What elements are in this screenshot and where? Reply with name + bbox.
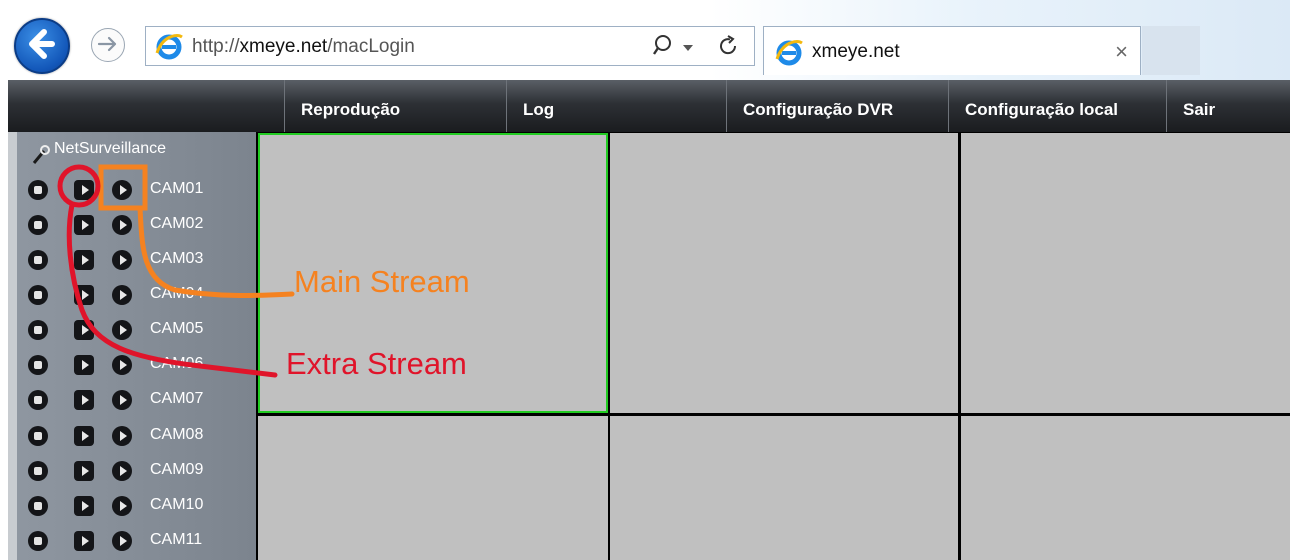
- browser-tab[interactable]: xmeye.net ×: [763, 26, 1141, 75]
- stop-icon[interactable]: [28, 355, 48, 375]
- dropdown-icon[interactable]: [682, 42, 694, 54]
- stop-icon[interactable]: [28, 250, 48, 270]
- video-cell[interactable]: [258, 416, 608, 560]
- main-stream-annotation: Main Stream: [294, 264, 470, 299]
- arrow-right-icon: [97, 36, 117, 52]
- extra-stream-annotation: Extra Stream: [286, 346, 467, 381]
- camera-label[interactable]: CAM06: [150, 355, 203, 373]
- camera-label[interactable]: CAM09: [150, 461, 203, 479]
- extra-stream-play-icon[interactable]: [74, 390, 94, 410]
- main-stream-play-icon[interactable]: [112, 461, 132, 481]
- extra-stream-play-icon[interactable]: [74, 496, 94, 516]
- stop-icon[interactable]: [28, 285, 48, 305]
- video-cell[interactable]: [610, 133, 958, 413]
- stop-icon[interactable]: [28, 531, 48, 551]
- main-stream-play-icon[interactable]: [112, 496, 132, 516]
- main-stream-play-icon[interactable]: [112, 531, 132, 551]
- tab-title: xmeye.net: [812, 41, 900, 62]
- video-cell[interactable]: [961, 133, 1290, 413]
- menu-configuracao-dvr[interactable]: Configuração DVR: [726, 80, 948, 132]
- camera-row: CAM09: [8, 453, 256, 487]
- camera-label[interactable]: CAM04: [150, 285, 203, 303]
- camera-sidebar: NetSurveillance CAM01 CAM02 CAM03 CAM04: [8, 132, 256, 560]
- stop-icon[interactable]: [28, 180, 48, 200]
- new-tab-button[interactable]: [1142, 26, 1200, 75]
- device-tool-icon: [32, 145, 50, 164]
- stop-icon[interactable]: [28, 390, 48, 410]
- camera-row: CAM11: [8, 523, 256, 557]
- main-stream-play-icon[interactable]: [112, 180, 132, 200]
- main-stream-play-icon[interactable]: [112, 320, 132, 340]
- camera-label[interactable]: CAM03: [150, 250, 203, 268]
- ie-logo-icon: [155, 34, 183, 60]
- video-cell[interactable]: [961, 416, 1290, 560]
- menu-log[interactable]: Log: [506, 80, 726, 132]
- extra-stream-play-icon[interactable]: [74, 355, 94, 375]
- dvr-web-client: Reprodução Log Configuração DVR Configur…: [8, 80, 1290, 560]
- main-stream-play-icon[interactable]: [112, 426, 132, 446]
- camera-label[interactable]: CAM01: [150, 180, 203, 198]
- extra-stream-play-icon[interactable]: [74, 285, 94, 305]
- stop-icon[interactable]: [28, 215, 48, 235]
- extra-stream-play-icon[interactable]: [74, 426, 94, 446]
- main-stream-play-icon[interactable]: [112, 250, 132, 270]
- stop-icon[interactable]: [28, 320, 48, 340]
- camera-row: CAM03: [8, 242, 256, 276]
- video-cell[interactable]: [610, 416, 958, 560]
- menu-configuracao-local[interactable]: Configuração local: [948, 80, 1166, 132]
- main-stream-play-icon[interactable]: [112, 285, 132, 305]
- search-icon[interactable]: [652, 33, 678, 59]
- extra-stream-play-icon[interactable]: [74, 531, 94, 551]
- url-text: http://xmeye.net/macLogin: [192, 36, 415, 57]
- stop-icon[interactable]: [28, 426, 48, 446]
- camera-label[interactable]: CAM10: [150, 496, 203, 514]
- close-tab-icon[interactable]: ×: [1115, 39, 1128, 65]
- back-button[interactable]: [14, 18, 70, 74]
- camera-row: CAM07: [8, 382, 256, 416]
- device-name[interactable]: NetSurveillance: [54, 140, 166, 158]
- refresh-icon[interactable]: [716, 34, 740, 58]
- camera-label[interactable]: CAM05: [150, 320, 203, 338]
- camera-row: CAM08: [8, 418, 256, 452]
- forward-button[interactable]: [91, 28, 125, 62]
- camera-row: CAM04: [8, 277, 256, 311]
- extra-stream-play-icon[interactable]: [74, 250, 94, 270]
- ie-logo-icon: [775, 40, 803, 66]
- extra-stream-play-icon[interactable]: [74, 215, 94, 235]
- stop-icon[interactable]: [28, 496, 48, 516]
- camera-row: CAM10: [8, 488, 256, 522]
- camera-row: CAM05: [8, 312, 256, 346]
- extra-stream-play-icon[interactable]: [74, 180, 94, 200]
- stop-icon[interactable]: [28, 461, 48, 481]
- extra-stream-play-icon[interactable]: [74, 320, 94, 340]
- top-menu: Reprodução Log Configuração DVR Configur…: [8, 80, 1290, 132]
- camera-label[interactable]: CAM02: [150, 215, 203, 233]
- camera-row: CAM06: [8, 347, 256, 381]
- camera-label[interactable]: CAM07: [150, 390, 203, 408]
- main-stream-play-icon[interactable]: [112, 215, 132, 235]
- camera-label[interactable]: CAM08: [150, 426, 203, 444]
- browser-toolbar: http://xmeye.net/macLogin xmeye.net ×: [0, 0, 1290, 80]
- camera-row: CAM02: [8, 207, 256, 241]
- main-stream-play-icon[interactable]: [112, 390, 132, 410]
- main-stream-play-icon[interactable]: [112, 355, 132, 375]
- camera-row: CAM01: [8, 172, 256, 206]
- camera-label[interactable]: CAM11: [150, 531, 202, 549]
- extra-stream-play-icon[interactable]: [74, 461, 94, 481]
- arrow-left-icon: [29, 29, 55, 59]
- menu-sair[interactable]: Sair: [1166, 80, 1290, 132]
- address-bar[interactable]: http://xmeye.net/macLogin: [145, 26, 755, 66]
- menu-reproducao[interactable]: Reprodução: [284, 80, 506, 132]
